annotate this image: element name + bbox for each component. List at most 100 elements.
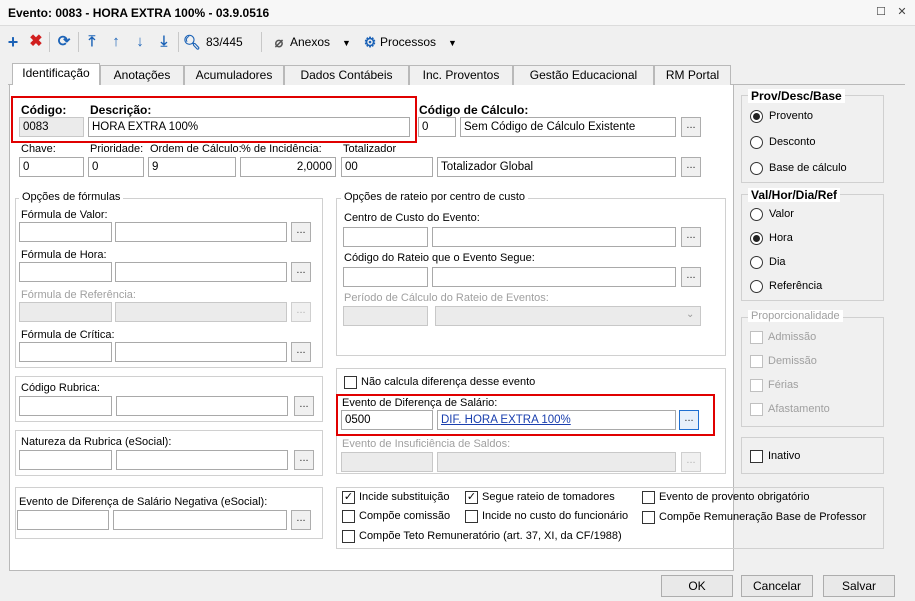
codigo-calculo-field[interactable]: 0 <box>418 117 456 137</box>
desconto-radio[interactable] <box>750 136 763 149</box>
compoe-teto-checkbox[interactable] <box>342 530 355 543</box>
nao-calcula-label: Não calcula diferença desse evento <box>361 376 536 388</box>
formula-referencia-lookup-button[interactable]: ... <box>291 302 311 322</box>
codigo-rubrica-lookup-button[interactable]: ... <box>294 396 314 416</box>
centro-custo-label: Centro de Custo do Evento: <box>344 212 480 224</box>
incide-custo-checkbox[interactable] <box>465 510 478 523</box>
formula-critica-code[interactable] <box>19 342 112 362</box>
periodo-calculo-code[interactable] <box>343 306 428 326</box>
tab-identificacao[interactable]: Identificação <box>12 63 100 86</box>
afastamento-checkbox[interactable] <box>750 403 763 416</box>
evento-diferenca-lookup-button[interactable]: ... <box>679 410 699 430</box>
negativa-code[interactable] <box>17 510 109 530</box>
tab-rm-portal[interactable]: RM Portal <box>654 65 731 85</box>
codigo-rateio-code[interactable] <box>343 267 428 287</box>
negativa-desc[interactable] <box>113 510 287 530</box>
codigo-field[interactable]: 0083 <box>19 117 84 137</box>
tab-anotacoes[interactable]: Anotações <box>100 65 184 85</box>
codigo-rubrica-desc[interactable] <box>116 396 288 416</box>
codigo-rateio-lookup-button[interactable]: ... <box>681 267 701 287</box>
vertical-scrollbar[interactable] <box>905 27 915 601</box>
ordem-calculo-field[interactable]: 9 <box>148 157 236 177</box>
last-record-icon[interactable]: ⤓ <box>155 33 173 51</box>
totalizador-desc[interactable]: Totalizador Global <box>437 157 676 177</box>
delete-icon[interactable]: ✖ <box>27 33 45 51</box>
tab-gestao-educacional[interactable]: Gestão Educacional <box>513 65 654 85</box>
tab-dados-contabeis[interactable]: Dados Contábeis <box>284 65 409 85</box>
maximize-icon[interactable]: ☐ <box>874 5 888 19</box>
formula-critica-lookup-button[interactable]: ... <box>291 342 311 362</box>
negativa-lookup-button[interactable]: ... <box>291 510 311 530</box>
processos-menu[interactable]: Processos <box>380 35 436 49</box>
chave-field[interactable]: 0 <box>19 157 84 177</box>
dia-radio[interactable] <box>750 256 763 269</box>
descricao-field[interactable]: HORA EXTRA 100% <box>88 117 410 137</box>
evento-diferenca-link[interactable]: DIF. HORA EXTRA 100% <box>437 410 676 430</box>
search-icon[interactable]: 🔍︎ <box>183 33 201 51</box>
formula-referencia-desc[interactable] <box>115 302 287 322</box>
segue-rateio-label: Segue rateio de tomadores <box>482 491 615 503</box>
formula-referencia-code[interactable] <box>19 302 112 322</box>
base-calculo-radio[interactable] <box>750 162 763 175</box>
totalizador-lookup-button[interactable]: ... <box>681 157 701 177</box>
formula-valor-code[interactable] <box>19 222 112 242</box>
hora-radio[interactable] <box>750 232 763 245</box>
hora-label: Hora <box>769 232 793 244</box>
formulas-group-title: Opções de fórmulas <box>19 191 124 203</box>
natureza-desc[interactable] <box>116 450 288 470</box>
compoe-comissao-checkbox[interactable] <box>342 510 355 523</box>
tab-acumuladores[interactable]: Acumuladores <box>184 65 284 85</box>
ferias-checkbox[interactable] <box>750 379 763 392</box>
formula-critica-desc[interactable] <box>115 342 287 362</box>
chevron-down-icon[interactable]: ▼ <box>448 38 457 48</box>
chevron-down-icon: ⌄ <box>686 309 695 320</box>
formula-hora-desc[interactable] <box>115 262 287 282</box>
centro-custo-lookup-button[interactable]: ... <box>681 227 701 247</box>
formula-valor-lookup-button[interactable]: ... <box>291 222 311 242</box>
evento-insuficiencia-lookup-button[interactable]: ... <box>681 452 701 472</box>
close-icon[interactable]: ✕ <box>895 5 909 19</box>
codigo-rubrica-code[interactable] <box>19 396 112 416</box>
valor-radio[interactable] <box>750 208 763 221</box>
natureza-lookup-button[interactable]: ... <box>294 450 314 470</box>
centro-custo-desc[interactable] <box>432 227 676 247</box>
incidencia-field[interactable]: 2,0000 <box>240 157 336 177</box>
previous-record-icon[interactable]: ↑ <box>107 33 125 51</box>
formula-hora-lookup-button[interactable]: ... <box>291 262 311 282</box>
admissao-checkbox[interactable] <box>750 331 763 344</box>
totalizador-field[interactable]: 00 <box>341 157 433 177</box>
codigo-calculo-desc[interactable]: Sem Código de Cálculo Existente <box>460 117 676 137</box>
codigo-calculo-lookup-button[interactable]: ... <box>681 117 701 137</box>
evento-insuficiencia-desc[interactable] <box>437 452 676 472</box>
segue-rateio-checkbox[interactable]: ✓ <box>465 491 478 504</box>
ok-button[interactable]: OK <box>661 575 733 597</box>
next-record-icon[interactable]: ↓ <box>131 33 149 51</box>
cancelar-button[interactable]: Cancelar <box>741 575 813 597</box>
formula-hora-code[interactable] <box>19 262 112 282</box>
provento-obrigatorio-label: Evento de provento obrigatório <box>659 491 810 503</box>
codigo-rateio-desc[interactable] <box>432 267 676 287</box>
centro-custo-code[interactable] <box>343 227 428 247</box>
provento-radio[interactable] <box>750 110 763 123</box>
tab-inc-proventos[interactable]: Inc. Proventos <box>409 65 513 85</box>
formula-valor-desc[interactable] <box>115 222 287 242</box>
prioridade-field[interactable]: 0 <box>88 157 144 177</box>
evento-diferenca-code[interactable]: 0500 <box>341 410 433 430</box>
refresh-icon[interactable]: ⟳ <box>55 33 73 51</box>
demissao-checkbox[interactable] <box>750 355 763 368</box>
periodo-calculo-select[interactable] <box>435 306 701 326</box>
anexos-menu[interactable]: Anexos <box>290 35 330 49</box>
nao-calcula-checkbox[interactable] <box>344 376 357 389</box>
add-icon[interactable]: + <box>4 33 22 51</box>
referencia-radio[interactable] <box>750 280 763 293</box>
incide-substituicao-checkbox[interactable]: ✓ <box>342 491 355 504</box>
inativo-checkbox[interactable] <box>750 450 763 463</box>
provento-obrigatorio-checkbox[interactable] <box>642 491 655 504</box>
compoe-remuneracao-checkbox[interactable] <box>642 511 655 524</box>
natureza-code[interactable] <box>19 450 112 470</box>
compoe-teto-label: Compõe Teto Remuneratório (art. 37, XI, … <box>359 530 622 542</box>
salvar-button[interactable]: Salvar <box>823 575 895 597</box>
evento-insuficiencia-code[interactable] <box>341 452 433 472</box>
chevron-down-icon[interactable]: ▼ <box>342 38 351 48</box>
first-record-icon[interactable]: ⤒ <box>83 33 101 51</box>
